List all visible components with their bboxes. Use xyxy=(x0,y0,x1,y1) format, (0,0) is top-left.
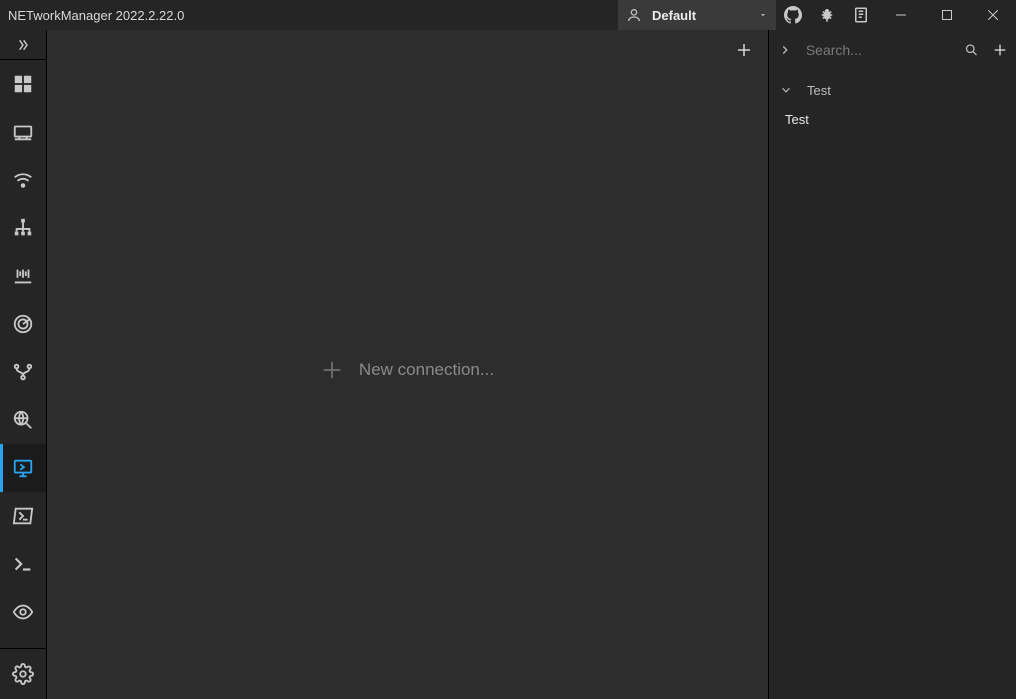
plus-icon xyxy=(321,359,343,381)
search-icon xyxy=(964,43,979,58)
bug-icon[interactable] xyxy=(810,0,844,30)
maximize-button[interactable] xyxy=(924,0,970,30)
terminal-icon xyxy=(12,553,34,575)
chevron-down-icon xyxy=(758,10,768,20)
network-interface-icon xyxy=(12,121,34,143)
chevron-down-icon xyxy=(779,83,793,97)
profile-group[interactable]: Test xyxy=(769,74,1016,106)
nav-remote-desktop[interactable] xyxy=(0,444,46,492)
add-profile-button[interactable] xyxy=(989,30,1010,70)
docs-icon[interactable] xyxy=(844,0,878,30)
nav-tightvnc[interactable] xyxy=(0,588,46,636)
github-icon[interactable] xyxy=(776,0,810,30)
nav-dns-lookup[interactable] xyxy=(0,396,46,444)
port-scanner-icon xyxy=(12,265,34,287)
nav-settings[interactable] xyxy=(0,649,46,699)
profiles-search-input[interactable] xyxy=(802,38,983,62)
nav-expand-button[interactable] xyxy=(0,30,46,60)
new-tab-button[interactable] xyxy=(730,30,758,70)
wifi-icon xyxy=(12,169,34,191)
close-button[interactable] xyxy=(970,0,1016,30)
gear-icon xyxy=(12,663,34,685)
nav-ping-monitor[interactable] xyxy=(0,300,46,348)
nav-port-scanner[interactable] xyxy=(0,252,46,300)
route-icon xyxy=(12,361,34,383)
nav-putty[interactable] xyxy=(0,540,46,588)
powershell-icon xyxy=(12,505,34,527)
profile-group-label: Test xyxy=(807,83,831,98)
new-connection-label: New connection... xyxy=(359,360,494,380)
profile-dropdown-label: Default xyxy=(652,8,758,23)
nav-powershell[interactable] xyxy=(0,492,46,540)
nav-ip-scanner[interactable] xyxy=(0,204,46,252)
nav-dashboard[interactable] xyxy=(0,60,46,108)
dashboard-icon xyxy=(12,73,34,95)
panel-collapse-button[interactable] xyxy=(775,30,796,70)
app-title: NETworkManager 2022.2.22.0 xyxy=(0,8,184,23)
radar-icon xyxy=(12,313,34,335)
ip-scanner-icon xyxy=(12,217,34,239)
nav-wifi[interactable] xyxy=(0,156,46,204)
globe-search-icon xyxy=(12,409,34,431)
profile-item[interactable]: Test xyxy=(769,106,1016,132)
new-connection-button[interactable]: New connection... xyxy=(321,359,494,381)
nav-network-interface[interactable] xyxy=(0,108,46,156)
remote-desktop-icon xyxy=(12,457,34,479)
user-icon xyxy=(626,7,642,23)
nav-traceroute[interactable] xyxy=(0,348,46,396)
eye-icon xyxy=(12,601,34,623)
profile-item-label: Test xyxy=(785,112,809,127)
minimize-button[interactable] xyxy=(878,0,924,30)
profile-dropdown[interactable]: Default xyxy=(618,0,776,30)
